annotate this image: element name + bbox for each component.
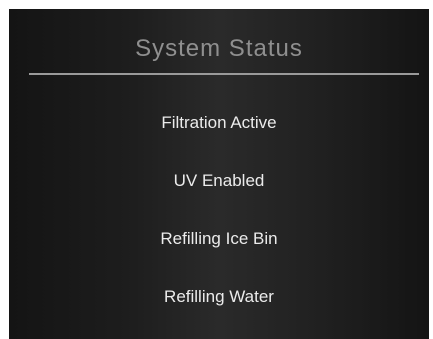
system-status-panel: System Status Filtration Active UV Enabl…	[9, 9, 429, 339]
status-item-ice-bin: Refilling Ice Bin	[160, 229, 278, 248]
status-item-filtration: Filtration Active	[161, 113, 277, 132]
title-divider	[29, 73, 419, 75]
status-item-water: Refilling Water	[164, 287, 274, 306]
status-list: Filtration Active UV Enabled Refilling I…	[9, 113, 429, 339]
panel-title: System Status	[135, 35, 303, 62]
status-item-uv: UV Enabled	[173, 171, 265, 190]
